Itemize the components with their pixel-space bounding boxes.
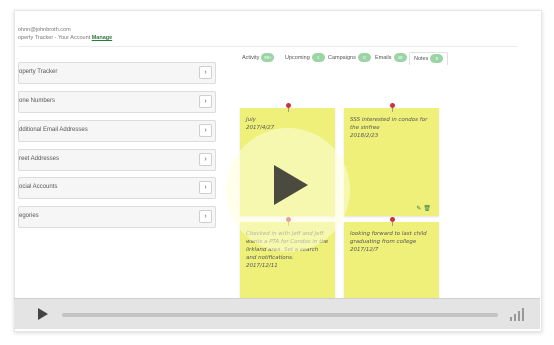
sidebar-item-categories[interactable]: egories › xyxy=(18,206,216,228)
count-badge: 6 xyxy=(430,54,444,64)
sidebar-item-label: ocial Accounts xyxy=(19,184,58,190)
pin-icon xyxy=(390,103,395,112)
account-info: ohnn@johnbroth.com operty Tracker - Your… xyxy=(18,26,112,42)
sidebar-item-label: operty Tracker xyxy=(19,69,58,75)
sticky-note[interactable]: looking forward to last child graduating… xyxy=(344,217,439,306)
sidebar-item-label: reet Addresses xyxy=(19,156,60,162)
sidebar-item-label: one Numbers xyxy=(19,98,56,104)
pin-icon xyxy=(390,217,395,226)
sidebar-item-social-accounts[interactable]: ocial Accounts › xyxy=(18,177,216,199)
play-button[interactable] xyxy=(38,308,48,320)
count-badge: 1 xyxy=(311,53,325,63)
chevron-right-icon[interactable]: › xyxy=(199,153,212,166)
progress-bar[interactable] xyxy=(62,313,498,317)
note-date: 2017/12/7 xyxy=(350,247,379,253)
video-play-overlay[interactable] xyxy=(226,128,350,252)
trash-icon[interactable]: 🗑 xyxy=(423,205,431,212)
manage-link[interactable]: Manage xyxy=(92,35,112,41)
account-email: ohnn@johnbroth.com xyxy=(18,27,71,33)
pencil-icon[interactable]: ✎ xyxy=(416,205,421,212)
chevron-right-icon[interactable]: › xyxy=(199,95,212,108)
pin-icon xyxy=(286,103,291,112)
note-date: 2018/2/23 xyxy=(350,133,379,139)
count-badge: 99+ xyxy=(261,53,275,63)
sidebar-item-label: egories xyxy=(19,213,39,219)
chevron-right-icon[interactable]: › xyxy=(199,124,212,137)
sidebar-item-street-addresses[interactable]: reet Addresses › xyxy=(18,149,216,171)
account-subtitle: operty Tracker - Your Account Manage xyxy=(18,35,113,41)
chevron-right-icon[interactable]: › xyxy=(199,210,212,223)
divider xyxy=(18,46,518,47)
tab-emails[interactable]: Emails 48 xyxy=(375,52,407,64)
sidebar-item-phone-numbers[interactable]: one Numbers › xyxy=(18,91,216,113)
sidebar-item-label: dditional Email Addresses xyxy=(19,127,88,133)
chevron-right-icon[interactable]: › xyxy=(199,66,212,79)
video-controls xyxy=(14,298,540,329)
count-badge: 0 xyxy=(357,53,371,63)
chevron-right-icon[interactable]: › xyxy=(199,181,212,194)
note-date: 2017/12/11 xyxy=(246,263,278,269)
sidebar-item-property-tracker[interactable]: operty Tracker › xyxy=(18,62,216,84)
count-badge: 48 xyxy=(393,53,407,63)
sidebar-item-email-addresses[interactable]: dditional Email Addresses › xyxy=(18,120,216,142)
sticky-note[interactable]: SSS interested in condos for the sinfree… xyxy=(344,103,439,216)
tab-activity[interactable]: Activity 99+ xyxy=(242,52,275,64)
play-icon[interactable] xyxy=(274,165,308,205)
volume-icon[interactable] xyxy=(510,307,530,321)
tab-upcoming[interactable]: Upcoming 1 xyxy=(285,52,325,64)
note-actions: ✎ 🗑 xyxy=(416,205,431,212)
tab-campaigns[interactable]: Campaigns 0 xyxy=(328,52,371,64)
tab-notes[interactable]: Notes 6 xyxy=(409,52,449,65)
